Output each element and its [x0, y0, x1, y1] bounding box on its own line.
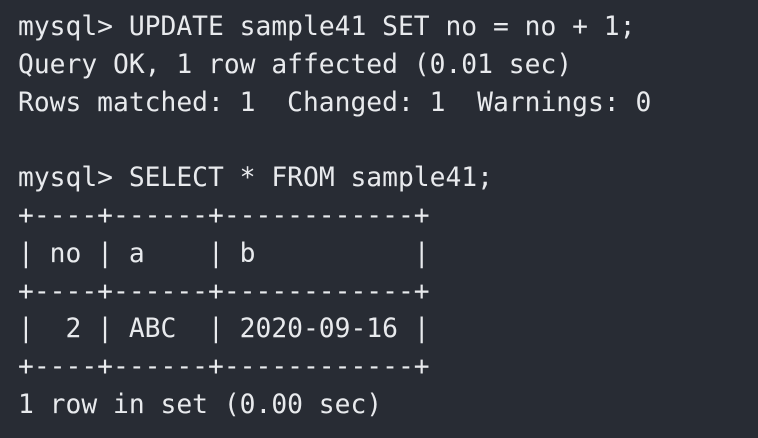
- output-line: 1 row in set (0.00 sec): [18, 389, 383, 420]
- table-header-row: | no | a | b |: [18, 238, 430, 269]
- table-border: +----+------+------------+: [18, 276, 430, 307]
- terminal-window[interactable]: mysql> UPDATE sample41 SET no = no + 1; …: [0, 0, 758, 438]
- command-line: mysql> SELECT * FROM sample41;: [18, 160, 758, 198]
- output-line: Rows matched: 1 Changed: 1 Warnings: 0: [18, 87, 652, 118]
- table-row: | 2 | ABC | 2020-09-16 |: [18, 314, 430, 345]
- table-border: +----+------+------------+: [18, 200, 430, 231]
- command-text: SELECT * FROM sample41;: [128, 163, 493, 194]
- command-line: mysql> UPDATE sample41 SET no = no + 1;: [18, 9, 758, 47]
- mysql-prompt: mysql>: [18, 163, 129, 194]
- command-text: UPDATE sample41 SET no = no + 1;: [128, 12, 636, 42]
- mysql-prompt: mysql>: [18, 12, 129, 42]
- table-border: +----+------+------------+: [18, 352, 430, 383]
- output-line: Query OK, 1 row affected (0.01 sec): [18, 49, 573, 80]
